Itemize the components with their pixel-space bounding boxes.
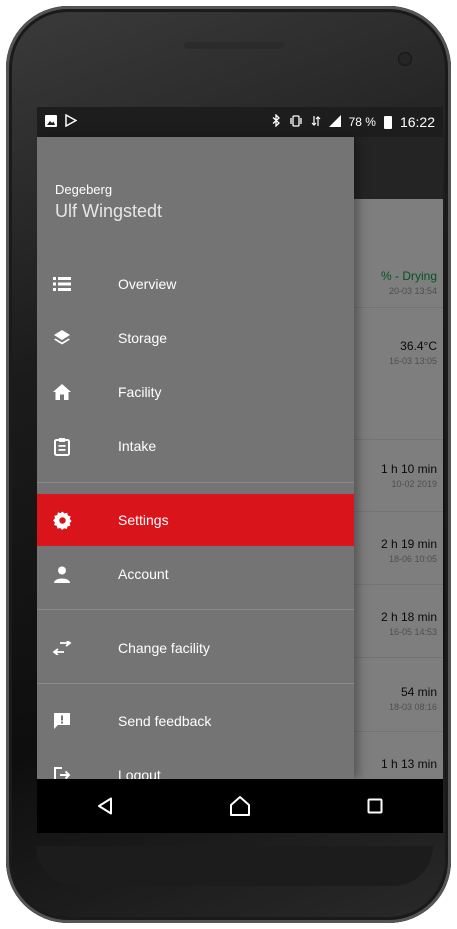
menu-item-label: Settings bbox=[118, 512, 169, 528]
bluetooth-icon bbox=[272, 113, 281, 130]
navigation-bar bbox=[37, 779, 443, 833]
home-icon bbox=[51, 381, 73, 403]
status-bar: 78 % 16:22 bbox=[37, 107, 443, 137]
earpiece bbox=[184, 42, 284, 49]
menu-item-send-feedback[interactable]: Send feedback bbox=[37, 695, 354, 747]
feedback-icon bbox=[51, 710, 73, 732]
signal-icon bbox=[328, 114, 341, 130]
image-icon bbox=[45, 114, 57, 130]
menu-item-storage[interactable]: Storage bbox=[37, 312, 354, 364]
drawer-facility-name: Degeberg bbox=[55, 182, 113, 197]
menu-item-label: Storage bbox=[118, 330, 168, 346]
vibrate-icon bbox=[289, 114, 303, 130]
menu-item-label: Send feedback bbox=[118, 713, 212, 729]
phone-chin bbox=[36, 846, 433, 886]
menu-item-label: Change facility bbox=[118, 640, 210, 656]
clock: 16:22 bbox=[399, 114, 435, 130]
navigation-drawer: Degeberg Ulf Wingstedt Overview Storage … bbox=[37, 137, 354, 783]
battery-percent: 78 % bbox=[348, 115, 376, 129]
menu-item-facility[interactable]: Facility bbox=[37, 366, 354, 418]
clipboard-icon bbox=[51, 435, 73, 457]
menu-item-label: Account bbox=[118, 566, 169, 582]
menu-item-settings[interactable]: Settings bbox=[37, 494, 354, 546]
front-camera bbox=[398, 52, 412, 66]
menu-item-change-facility[interactable]: Change facility bbox=[37, 622, 354, 674]
menu-divider bbox=[37, 482, 354, 483]
battery-icon bbox=[383, 115, 392, 129]
menu-item-label: Overview bbox=[118, 276, 177, 292]
back-icon[interactable] bbox=[85, 786, 125, 826]
screen: 78 % 16:22 % - Drying 20-03 13:54 36.4°C… bbox=[37, 107, 443, 833]
recents-icon[interactable] bbox=[355, 786, 395, 826]
menu-item-account[interactable]: Account bbox=[37, 548, 354, 600]
menu-divider bbox=[37, 683, 354, 684]
menu-item-label: Facility bbox=[118, 384, 162, 400]
menu-item-overview[interactable]: Overview bbox=[37, 258, 354, 310]
menu-item-intake[interactable]: Intake bbox=[37, 420, 354, 472]
drawer-user-name: Ulf Wingstedt bbox=[55, 201, 163, 221]
layers-icon bbox=[51, 327, 73, 349]
person-icon bbox=[51, 563, 73, 585]
list-icon bbox=[51, 273, 73, 295]
menu-divider bbox=[37, 609, 354, 610]
home-icon[interactable] bbox=[220, 786, 260, 826]
data-icon bbox=[311, 115, 321, 130]
menu-item-label: Intake bbox=[118, 438, 157, 454]
play-store-icon bbox=[65, 113, 78, 130]
gear-icon bbox=[51, 509, 73, 531]
swap-icon bbox=[51, 637, 73, 659]
